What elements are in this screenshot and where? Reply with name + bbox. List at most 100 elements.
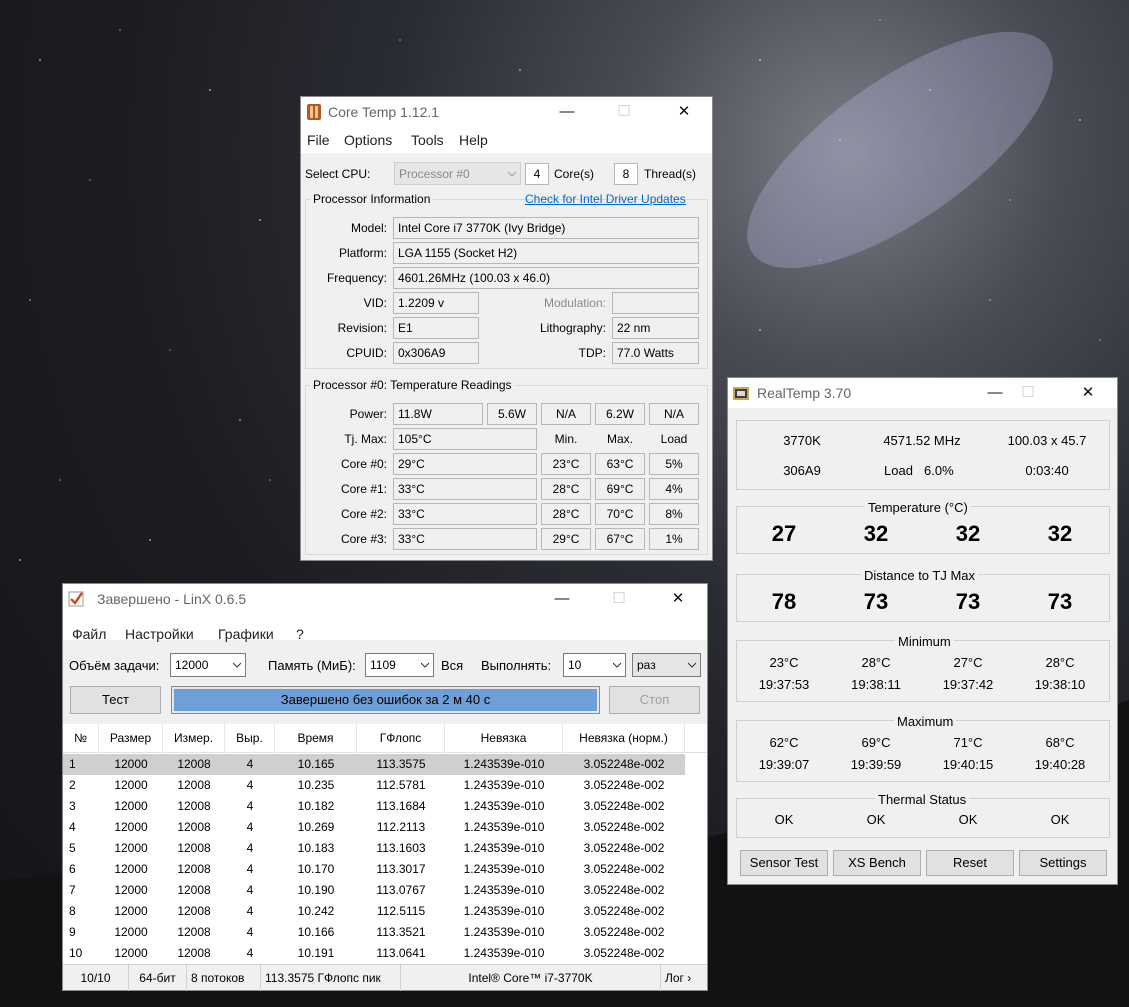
close-button[interactable]: ✕ — [661, 97, 707, 127]
settings-button[interactable]: Settings — [1019, 850, 1107, 876]
menu-file[interactable]: Файл — [72, 626, 106, 642]
col-number[interactable]: № — [63, 724, 99, 753]
run-unit-select[interactable]: раз — [632, 653, 701, 677]
log-button[interactable]: Лог › — [661, 965, 707, 991]
menu-tools[interactable]: Tools — [411, 132, 444, 148]
sensor-test-button[interactable]: Sensor Test — [740, 850, 828, 876]
col-residual[interactable]: Невязка — [445, 724, 563, 753]
table-cell: 12008 — [177, 946, 211, 960]
table-row[interactable]: 8 12000 12008 4 10.242 112.5115 1.243539e-010 3… — [63, 901, 707, 922]
core-label: Core #1: — [340, 482, 387, 496]
core-temp: 29°C — [393, 453, 537, 475]
menu-settings[interactable]: Настройки — [125, 626, 194, 642]
table-row[interactable]: 2 12000 12008 4 10.235 112.5781 1.243539e-010 3… — [63, 775, 707, 796]
menu-graphs[interactable]: Графики — [218, 626, 274, 642]
temperature-readings-title: Processor #0: Temperature Readings — [310, 378, 515, 392]
tjmax-value: 105°C — [393, 428, 537, 450]
cores-count: 4 — [525, 163, 549, 185]
table-cell: 12000 — [114, 778, 148, 792]
table-cell: 12008 — [177, 757, 211, 771]
table-cell: 1 — [69, 757, 76, 771]
realtemp-titlebar[interactable]: RealTemp 3.70 — ☐ ✕ — [728, 378, 1117, 408]
col-gflops[interactable]: ГФлопс — [357, 724, 445, 753]
menu-file[interactable]: File — [307, 132, 330, 148]
close-button[interactable]: ✕ — [655, 584, 701, 614]
modulation-label: Modulation: — [543, 296, 606, 310]
table-cell: 4 — [69, 820, 76, 834]
table-cell: 4 — [246, 778, 254, 792]
status-bitness: 64-бит — [129, 965, 187, 991]
coretemp-app-icon — [307, 104, 321, 120]
core-label: Core #0: — [340, 457, 387, 471]
col-measured[interactable]: Измер. — [163, 724, 225, 753]
temperature-title: Temperature (°C) — [865, 500, 971, 515]
maximize-button[interactable]: ☐ — [1005, 378, 1051, 408]
table-cell: 12008 — [177, 904, 211, 918]
status-peak: 113.3575 ГФлопс пик — [261, 965, 401, 991]
coretemp-titlebar[interactable]: Core Temp 1.12.1 — ☐ ✕ — [301, 97, 712, 127]
power-dram: 6.2W — [595, 403, 645, 425]
run-count-select[interactable]: 10 — [563, 653, 626, 677]
thermal-core-0: OK — [774, 812, 794, 827]
driver-update-link[interactable]: Check for Intel Driver Updates — [525, 192, 686, 206]
table-cell: 1.243539e-010 — [463, 841, 545, 855]
table-row[interactable]: 10 12000 12008 4 10.191 113.0641 1.243539e-010… — [63, 943, 707, 964]
table-row[interactable]: 5 12000 12008 4 10.183 113.1603 1.243539e-010 3… — [63, 838, 707, 859]
minimize-button[interactable]: — — [539, 584, 585, 614]
core-label: Core #3: — [340, 532, 387, 546]
maximize-button[interactable]: ☐ — [596, 584, 642, 614]
run-unit-value: раз — [637, 658, 656, 672]
results-table: № Размер Измер. Выр. Время ГФлопс Невязк… — [63, 724, 707, 964]
table-row[interactable]: 9 12000 12008 4 10.166 113.3521 1.243539e-010 3… — [63, 922, 707, 943]
lithography-value: 22 nm — [612, 317, 699, 339]
memory-select[interactable]: 1109 — [365, 653, 434, 677]
power-label: Power: — [349, 407, 387, 421]
thermal-status-title: Thermal Status — [875, 792, 970, 807]
menu-help[interactable]: Help — [459, 132, 488, 148]
table-cell: 112.5115 — [376, 904, 426, 918]
xs-bench-button[interactable]: XS Bench — [833, 850, 921, 876]
close-button[interactable]: ✕ — [1065, 378, 1111, 408]
min-time-3: 19:38:10 — [1034, 677, 1086, 692]
load-value: 6.0% — [924, 463, 954, 478]
cpu-select[interactable]: Processor #0 — [394, 162, 521, 185]
linx-titlebar[interactable]: Завершено - LinX 0.6.5 — ☐ ✕ — [63, 584, 707, 614]
menu-options[interactable]: Options — [344, 132, 392, 148]
table-cell: 10.182 — [297, 799, 335, 813]
stop-button[interactable]: Стоп — [609, 686, 700, 714]
table-cell: 4 — [246, 883, 254, 897]
minimum-title: Minimum — [895, 634, 954, 649]
cpuid-label: CPUID: — [346, 346, 387, 360]
table-cell: 10.269 — [297, 820, 335, 834]
temp-core-3: 32 — [1047, 521, 1073, 546]
test-button[interactable]: Тест — [70, 686, 161, 714]
table-row[interactable]: 6 12000 12008 4 10.170 113.3017 1.243539e-010 3… — [63, 859, 707, 880]
minimize-button[interactable]: — — [544, 97, 590, 127]
menu-help[interactable]: ? — [296, 626, 304, 642]
run-count-label: Выполнять: — [481, 658, 552, 673]
status-cpu: Intel® Core™ i7-3770K — [401, 965, 661, 991]
table-cell: 12000 — [114, 883, 148, 897]
table-cell: 4 — [246, 862, 254, 876]
table-row[interactable]: 3 12000 12008 4 10.182 113.1684 1.243539e-010 3… — [63, 796, 707, 817]
table-cell: 3.052248e-002 — [583, 925, 665, 939]
table-cell: 8 — [69, 904, 76, 918]
run-count-value: 10 — [568, 658, 582, 672]
col-min-header: Min. — [554, 432, 578, 446]
table-row[interactable]: 4 12000 12008 4 10.269 112.2113 1.243539e-010 3… — [63, 817, 707, 838]
task-size-select[interactable]: 12000 — [170, 653, 246, 677]
table-cell: 10.242 — [297, 904, 335, 918]
table-row[interactable]: 1 12000 12008 4 10.165 113.3575 1.243539e-010 3… — [63, 754, 685, 775]
col-time[interactable]: Время — [275, 724, 357, 753]
col-alignment[interactable]: Выр. — [225, 724, 275, 753]
col-size[interactable]: Размер — [99, 724, 163, 753]
table-row[interactable]: 7 12000 12008 4 10.190 113.0767 1.243539e-010 3… — [63, 880, 707, 901]
table-cell: 4 — [246, 799, 254, 813]
col-residual-norm[interactable]: Невязка (норм.) — [563, 724, 685, 753]
table-cell: 12008 — [177, 820, 211, 834]
reset-button[interactable]: Reset — [926, 850, 1014, 876]
maximize-button[interactable]: ☐ — [601, 97, 647, 127]
min-time-1: 19:38:11 — [851, 677, 901, 692]
table-cell: 113.3575 — [376, 757, 426, 771]
chevron-down-icon — [613, 662, 621, 668]
